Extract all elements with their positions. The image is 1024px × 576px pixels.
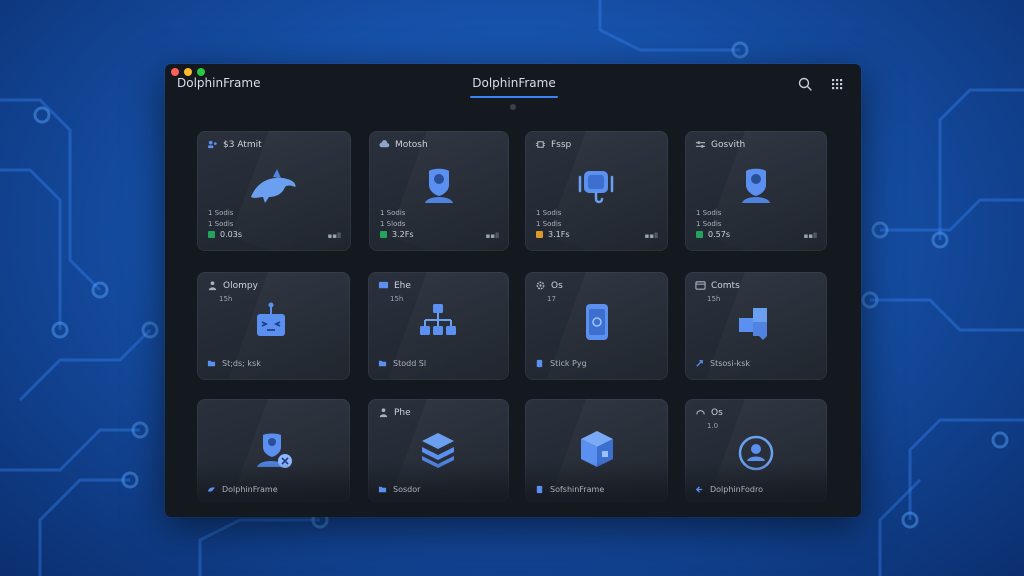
card-fssp[interactable]: Fssp 1 Sodis 1 Sodis 3.1Fs ▪▪ll: [525, 131, 668, 251]
card-stat: 3.1Fs: [548, 230, 570, 239]
dolphin-icon: [251, 169, 296, 203]
card-subtitle: 1.0: [707, 422, 719, 430]
cube-icon: [581, 431, 613, 467]
card-footer: Stick Pyg: [550, 359, 587, 368]
monitor-icon: [378, 281, 389, 289]
puzzle-icon: [739, 308, 767, 340]
search-icon[interactable]: [797, 76, 813, 92]
folder-icon: [378, 360, 387, 367]
card-subtitle: 15h: [390, 295, 404, 303]
card-ehe[interactable]: Ehe 15h Stodd Sl: [368, 272, 509, 380]
card-stat: 0.03s: [220, 230, 242, 239]
status-indicator: [380, 231, 387, 238]
card-meta: 1 Sodis: [536, 220, 562, 228]
window-controls: [171, 68, 205, 76]
active-tab-indicator: [470, 96, 558, 98]
card-title: Os: [711, 407, 723, 418]
page-indicator-dot[interactable]: [510, 104, 516, 110]
sliders-icon: [695, 141, 706, 148]
user-shield-icon: [742, 168, 770, 203]
signal-indicator: ▪▪ll: [327, 232, 341, 240]
people-icon: [379, 408, 388, 418]
user-gear-icon: [257, 433, 292, 468]
app-window: DolphinFrame DolphinFrame $3 Atmit 1 Sod…: [165, 64, 861, 517]
card-footer: DolphinFrame: [222, 485, 278, 494]
title-bar: DolphinFrame DolphinFrame: [165, 64, 861, 110]
card-title: Comts: [711, 280, 740, 291]
card-title: Ehe: [394, 280, 411, 291]
link-icon: [696, 410, 705, 415]
tab-dolphinframe[interactable]: DolphinFrame: [470, 76, 558, 90]
chip-icon: [535, 141, 546, 148]
card-title: Motosh: [395, 139, 428, 150]
device-hook-icon: [578, 171, 614, 204]
signal-indicator: ▪▪ll: [644, 232, 658, 240]
signal-indicator: ▪▪ll: [485, 232, 499, 240]
card-dolphinframe[interactable]: DolphinFrame: [197, 399, 350, 502]
card-footer: DolphinFodro: [710, 485, 764, 494]
card-gosvith[interactable]: Gosvith 1 Sodis 1 Sodis 0.57s ▪▪ll: [685, 131, 827, 251]
card-title: Phe: [394, 407, 411, 418]
card-footer: SofshinFrame: [550, 485, 605, 494]
users-icon: [207, 140, 217, 149]
minimize-button[interactable]: [184, 68, 192, 76]
layers-icon: [422, 433, 454, 468]
card-footer: Stsosi-ksk: [710, 359, 750, 368]
card-comts[interactable]: Comts 15h Stsosi-ksk: [685, 272, 827, 380]
card-footer: Stodd Sl: [393, 359, 427, 368]
card-stat: 0.57s: [708, 230, 730, 239]
card-atmit[interactable]: $3 Atmit 1 Sodis 1 Sodis 0.03s ▪▪ll: [197, 131, 351, 251]
card-title: Gosvith: [711, 139, 746, 150]
card-phe[interactable]: Phe Sosdor: [368, 399, 509, 502]
card-subtitle: 17: [547, 295, 556, 303]
card-meta: 1 Sodis: [696, 209, 722, 217]
card-os[interactable]: Os 17 Stick Pyg: [525, 272, 668, 380]
pin-icon: [696, 360, 703, 367]
signal-indicator: ▪▪ll: [803, 232, 817, 240]
dolphin-small-icon: [207, 487, 216, 492]
card-footer: Sosdor: [393, 485, 421, 494]
card-title: $3 Atmit: [223, 139, 262, 150]
card-meta: 1 Sodis: [696, 220, 722, 228]
folder-icon: [207, 360, 216, 367]
folder-icon: [378, 486, 387, 493]
card-meta: 1 Sodis: [208, 220, 234, 228]
robot-icon: [257, 302, 285, 336]
card-subtitle: 15h: [707, 295, 721, 303]
app-title: DolphinFrame: [177, 76, 261, 90]
card-footer: St;ds; ksk: [222, 359, 261, 368]
network-icon: [420, 304, 456, 335]
user-shield-icon: [425, 168, 453, 203]
cloud-icon: [379, 140, 390, 148]
window-icon: [695, 281, 706, 290]
card-motosh[interactable]: Motosh 1 Sodis 1 Slods 3.2Fs ▪▪ll: [369, 131, 509, 251]
maximize-button[interactable]: [197, 68, 205, 76]
document-icon: [536, 485, 543, 494]
card-dolphinfodro[interactable]: Os 1.0 DolphinFodro: [685, 399, 827, 502]
document-icon: [536, 359, 543, 368]
card-olompy[interactable]: Olompy 15h St;ds; ksk: [197, 272, 350, 380]
user-circle-icon: [738, 435, 774, 471]
status-indicator: [536, 231, 543, 238]
status-indicator: [208, 231, 215, 238]
status-indicator: [696, 231, 703, 238]
people-icon: [208, 281, 217, 291]
card-meta: 1 Sodis: [208, 209, 234, 217]
phone-icon: [586, 304, 608, 340]
card-title: Fssp: [551, 139, 572, 150]
card-stat: 3.2Fs: [392, 230, 414, 239]
card-subtitle: 15h: [219, 295, 233, 303]
card-meta: 1 Slods: [380, 220, 406, 228]
card-title: Olompy: [223, 280, 258, 291]
close-button[interactable]: [171, 68, 179, 76]
arrow-left-icon: [695, 486, 703, 493]
card-meta: 1 Sodis: [380, 209, 406, 217]
grid-icon[interactable]: [829, 76, 845, 92]
card-sofshinframe[interactable]: SofshinFrame: [525, 399, 668, 502]
card-title: Os: [551, 280, 563, 291]
gear-icon: [536, 281, 545, 290]
card-meta: 1 Sodis: [536, 209, 562, 217]
